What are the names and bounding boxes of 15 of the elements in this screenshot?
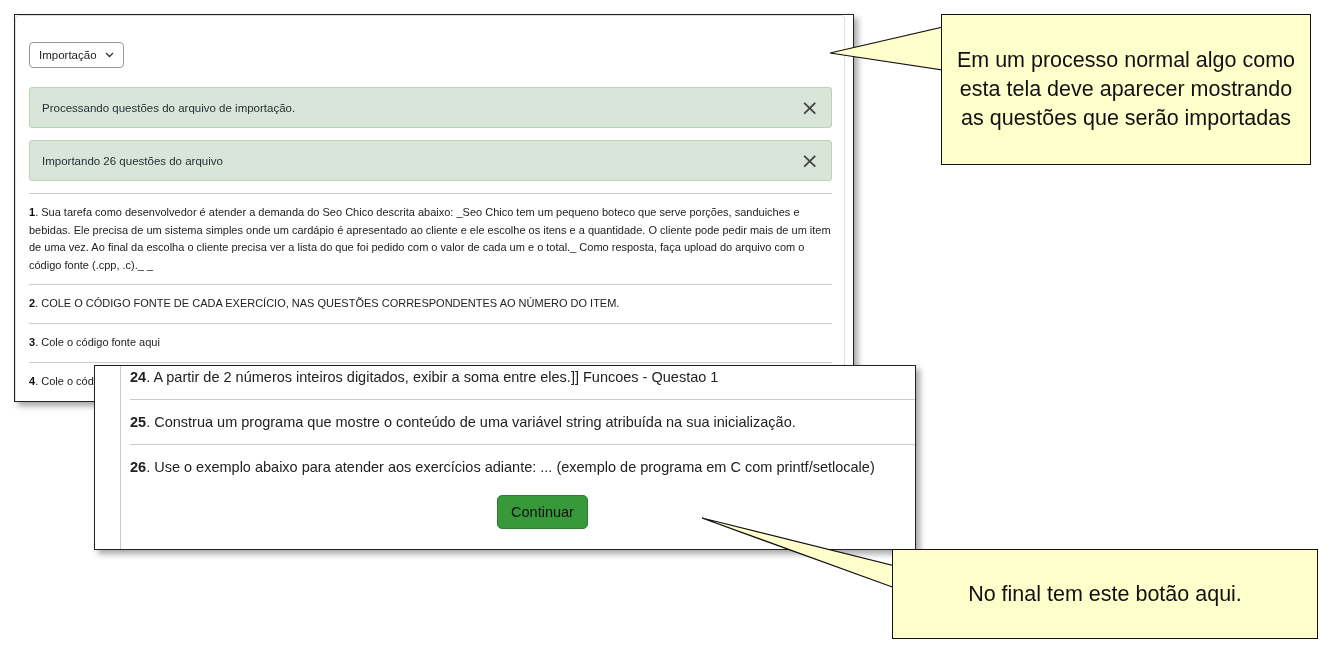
alert-message: Processando questões do arquivo de importação. — [42, 101, 296, 114]
callout-note: Em um processo normal algo como esta tela deve aparecer mostrando as questões que serão importadas — [941, 14, 1311, 165]
question-text: 3. Cole o código fonte aqui — [29, 322, 832, 362]
chevron-down-icon — [104, 52, 114, 58]
close-button[interactable]: × — [800, 96, 819, 119]
question-text: 25. Construa um programa que mostre o conteúdo de uma variável string atribuída na sua inicialização. — [130, 400, 915, 445]
alert-message: Importando 26 questões do arquivo — [42, 154, 223, 167]
continue-button[interactable]: Continuar — [497, 495, 588, 529]
question-text: 2. COLE O CÓDIGO FONTE DE CADA EXERCÍCIO, NAS QUESTÕES CORRESPONDENTES AO NÚMERO DO ITEM. — [29, 284, 832, 323]
question-text: 24. A partir de 2 números inteiros digitados, exibir a soma entre eles.]] Funcoes - Questao 1 — [130, 366, 915, 400]
import-dropdown[interactable]: Importação — [29, 42, 124, 68]
close-button[interactable]: × — [800, 149, 819, 172]
question-text: 26. Use o exemplo abaixo para atender aos exercícios adiante: ... (exemplo de programa em C com printf/setlocale) — [130, 458, 876, 477]
question-text: 1. Sua tarefa como desenvolvedor é atender a demanda do Seo Chico descrita abaixo: _Seo Chico tem um pequeno boteco que serve porções, sanduiches e bebidas. Ele precisa de um sistema simples onde um cardápio é apresentado ao cliente e ele escolhe os itens e a quantidade. O cliente pode pedir mais de um item de uma vez. Ao final da escolha o cliente precisa ver a lista do que foi pedido com o valor de cada um e o total._ Como resposta, faça upload do arquivo com o código fonte (.cpp, .c)._ _ — [29, 193, 832, 285]
callout-note: No final tem este botão aqui. — [892, 549, 1318, 639]
